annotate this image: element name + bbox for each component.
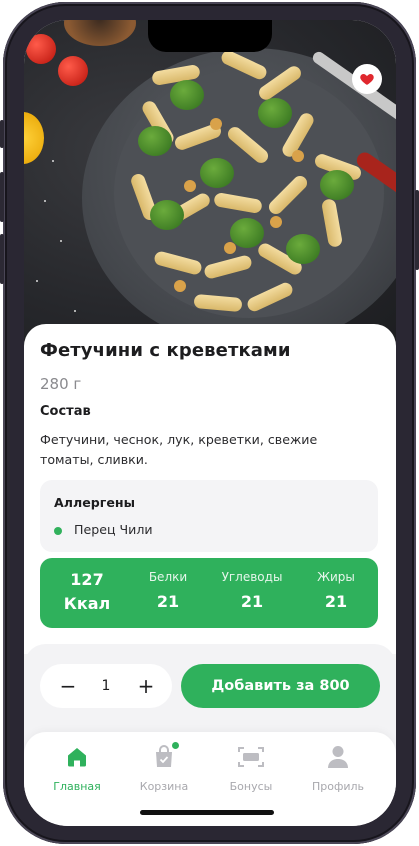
nutrient-value: 21 (156, 592, 180, 611)
notch (148, 20, 272, 52)
dish-weight: 280 г (40, 375, 82, 393)
add-to-cart-button[interactable]: Добавить за 800 (181, 664, 380, 708)
heart-icon (360, 74, 374, 85)
chickpea (174, 280, 186, 292)
nutrient-proteins: Белки 21 (140, 570, 196, 611)
nutrient-fats: Жиры 21 (306, 570, 366, 611)
salt-speck (36, 280, 38, 282)
tab-bonus[interactable]: Бонусы (214, 744, 288, 793)
composition-text: Фетучини, чеснок, лук, креветки, свежие … (40, 432, 318, 467)
broccoli (170, 80, 204, 110)
tab-cart[interactable]: Корзина (127, 742, 201, 793)
chickpea (184, 180, 196, 192)
nutrient-value: 21 (240, 592, 264, 611)
nutrient-label: Углеводы (221, 570, 283, 584)
side-button (0, 120, 4, 148)
tomato (58, 56, 88, 86)
nutrient-carbs: Углеводы 21 (210, 570, 294, 611)
nutrition-panel: 127 Ккал Белки 21 Углеводы 21 Жиры 21 (40, 558, 378, 628)
cart-badge (172, 742, 179, 749)
favorite-button[interactable] (352, 64, 382, 94)
broccoli (150, 200, 184, 230)
tab-label: Профиль (311, 780, 365, 793)
dish-title: Фетучини с креветками (40, 340, 291, 361)
kcal-value: 127 (70, 570, 104, 589)
allergens-heading: Аллергены (54, 495, 135, 510)
tab-label: Главная (53, 780, 101, 793)
quantity-stepper: − 1 + (40, 664, 172, 708)
chickpea (270, 216, 282, 228)
side-button (0, 172, 4, 222)
dish-info-card: Фетучини с креветками 280 г Состав Фетуч… (24, 324, 396, 654)
salt-speck (74, 310, 76, 312)
app-screen: Фетучини с креветками 280 г Состав Фетуч… (24, 20, 396, 826)
chickpea (292, 150, 304, 162)
allergen-item: Перец Чили (74, 522, 153, 537)
composition-heading: Состав (40, 404, 91, 419)
side-button (415, 190, 419, 270)
quantity-value: 1 (101, 678, 111, 694)
broccoli (320, 170, 354, 200)
salt-speck (60, 240, 62, 242)
broccoli (138, 126, 172, 156)
pepper-bowl (64, 20, 136, 46)
broccoli (258, 98, 292, 128)
tab-home[interactable]: Главная (40, 744, 114, 793)
allergens-box: Аллергены Перец Чили (40, 480, 378, 552)
dish-photo (24, 20, 396, 350)
broccoli (230, 218, 264, 248)
tab-label: Корзина (139, 780, 189, 793)
salt-speck (52, 160, 54, 162)
chickpea (210, 118, 222, 130)
lemon (24, 112, 44, 164)
broccoli (286, 234, 320, 264)
decrease-button[interactable]: − (48, 664, 88, 708)
home-icon (68, 748, 86, 767)
home-indicator (140, 810, 274, 815)
salt-speck (44, 200, 46, 202)
kcal-unit: Ккал (63, 594, 111, 613)
increase-button[interactable]: + (126, 664, 166, 708)
broccoli (200, 158, 234, 188)
nutrient-label: Жиры (317, 570, 355, 584)
scan-card-icon (238, 747, 264, 767)
tab-label: Бонусы (229, 780, 273, 793)
nutrient-value: 21 (324, 592, 348, 611)
user-icon (328, 746, 348, 768)
chickpea (224, 242, 236, 254)
allergen-bullet (54, 527, 62, 535)
side-button (0, 234, 4, 284)
tomato (26, 34, 56, 64)
nutrient-label: Белки (148, 570, 188, 584)
tab-profile[interactable]: Профиль (301, 744, 375, 793)
shopping-bag-icon (156, 745, 172, 767)
